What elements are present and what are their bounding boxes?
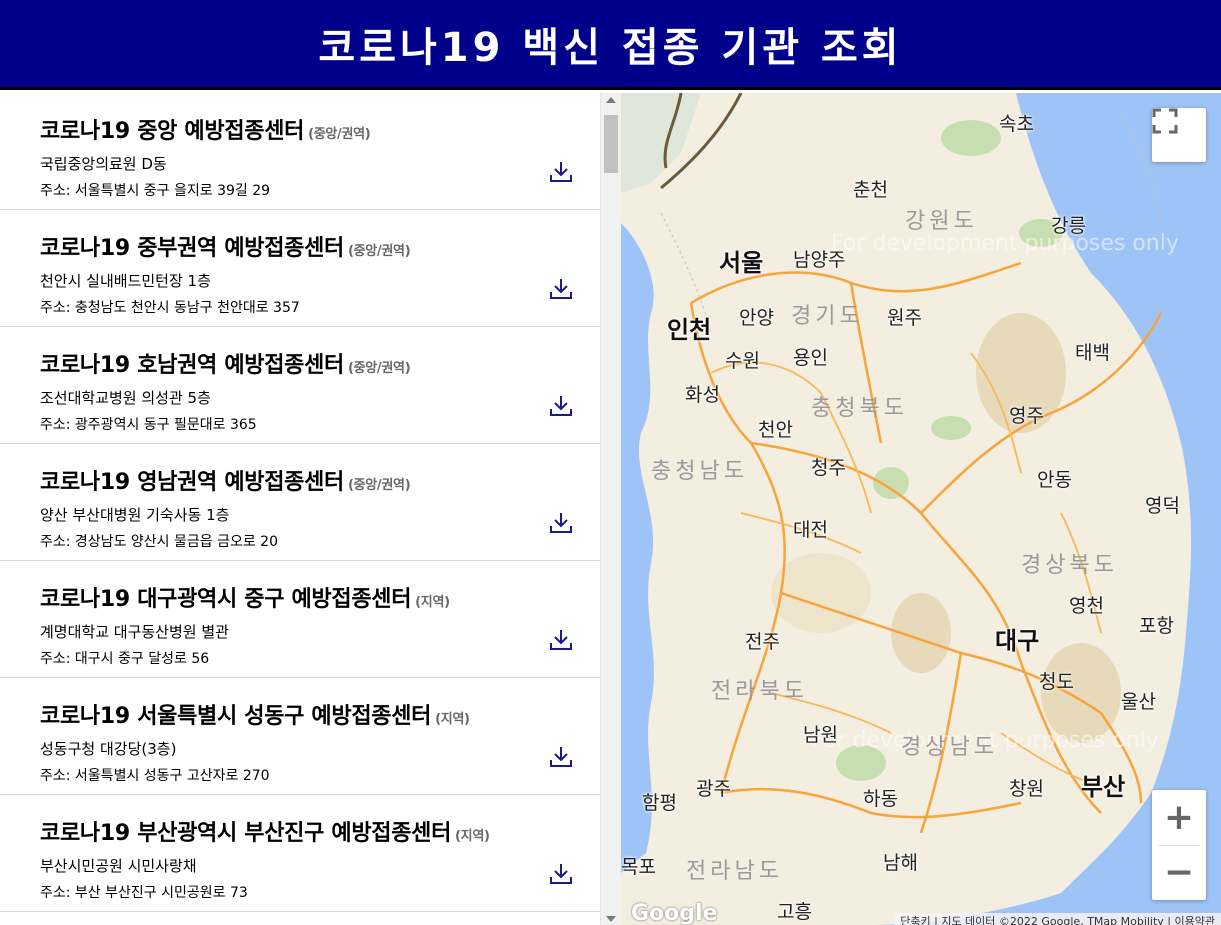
center-address: 주소: 충청남도 천안시 동남구 천안대로 357	[40, 300, 300, 316]
center-name: 코로나19 중앙 예방접종센터	[40, 119, 305, 144]
center-tag: (지역)	[455, 829, 490, 844]
city-label: 수원	[725, 350, 760, 372]
city-label: 영주	[1009, 405, 1044, 427]
center-address: 주소: 부산 부산진구 시민공원로 73	[40, 885, 248, 901]
city-label: 목포	[621, 856, 656, 878]
city-label: 울산	[1121, 691, 1156, 713]
center-facility: 조선대학교병원 의성관 5층	[40, 389, 211, 407]
city-label: 광주	[696, 778, 731, 800]
center-name: 코로나19 호남권역 예방접종센터	[40, 353, 344, 378]
city-label: 용인	[793, 347, 828, 369]
center-tag: (중앙/권역)	[347, 361, 411, 376]
city-label: 창원	[1009, 778, 1044, 800]
province-label: 경기도	[791, 304, 864, 329]
city-label: 서울	[719, 249, 764, 277]
zoom-in-button[interactable]: +	[1152, 791, 1206, 845]
city-label: 고흥	[777, 901, 812, 923]
center-facility: 계명대학교 대구동산병원 별관	[40, 623, 229, 641]
city-label: 강릉	[1051, 215, 1086, 237]
center-address: 주소: 서울특별시 중구 을지로 39길 29	[40, 183, 271, 199]
province-label: 강원도	[905, 209, 978, 234]
city-label: 영덕	[1145, 495, 1180, 517]
city-label: 하동	[863, 788, 898, 810]
city-label: 인천	[667, 316, 712, 344]
fullscreen-icon	[1152, 108, 1178, 134]
list-item[interactable]: 코로나19 영남권역 예방접종센터 (중앙/권역) 양산 부산대병원 기숙사동 1…	[0, 444, 600, 561]
center-facility: 성동구청 대강당(3층)	[40, 740, 177, 758]
list-item[interactable]: 코로나19 부산광역시 부산진구 예방접종센터 (지역) 부산시민공원 시민사랑채…	[0, 795, 600, 912]
city-label: 부산	[1081, 773, 1126, 801]
center-address: 주소: 광주광역시 동구 필문대로 365	[40, 417, 257, 433]
center-name: 코로나19 부산광역시 부산진구 예방접종센터	[40, 821, 452, 846]
download-icon[interactable]	[548, 510, 574, 536]
center-tag: (중앙/권역)	[347, 244, 411, 259]
download-icon[interactable]	[548, 393, 574, 419]
google-logo: Google	[631, 901, 718, 925]
scroll-up-arrow-icon[interactable]	[606, 97, 616, 103]
city-label: 춘천	[853, 179, 888, 201]
province-label: 충청북도	[811, 396, 908, 421]
city-label: 남원	[803, 724, 838, 746]
map-view[interactable]: For development purposes only For develo…	[621, 93, 1221, 925]
list-item[interactable]: 코로나19 서울특별시 성동구 예방접종센터 (지역) 성동구청 대강당(3층) …	[0, 678, 600, 795]
city-label: 영천	[1069, 595, 1104, 617]
list-item[interactable]: 코로나19 호남권역 예방접종센터 (중앙/권역) 조선대학교병원 의성관 5층 …	[0, 327, 600, 444]
city-label: 청도	[1039, 671, 1074, 693]
province-label: 충청남도	[651, 459, 748, 484]
center-tag: (지역)	[415, 595, 450, 610]
city-label: 속초	[999, 113, 1034, 135]
fullscreen-button[interactable]	[1152, 108, 1206, 162]
download-icon[interactable]	[548, 861, 574, 887]
center-facility: 국립중앙의료원 D동	[40, 155, 167, 173]
center-facility: 천안시 실내배드민턴장 1층	[40, 272, 211, 290]
center-name: 코로나19 서울특별시 성동구 예방접종센터	[40, 704, 432, 729]
map-watermark: For development purposes only	[831, 231, 1179, 256]
city-label: 원주	[887, 307, 922, 329]
map-attribution[interactable]: 단축키 | 지도 데이터 ©2022 Google, TMap Mobility…	[894, 913, 1221, 925]
download-icon[interactable]	[548, 744, 574, 770]
city-label: 안동	[1037, 469, 1072, 491]
center-address: 주소: 서울특별시 성동구 고산자로 270	[40, 768, 270, 784]
city-label: 천안	[758, 419, 793, 441]
app-header: 코로나19 백신 접종 기관 조회	[0, 0, 1221, 90]
province-label: 전라남도	[686, 859, 783, 884]
city-label: 안양	[739, 307, 774, 329]
city-label: 포항	[1139, 615, 1174, 637]
city-label: 남양주	[793, 249, 846, 271]
province-label: 경상북도	[1021, 553, 1118, 578]
center-tag: (중앙/권역)	[308, 127, 371, 142]
center-address: 주소: 경상남도 양산시 물금읍 금오로 20	[40, 534, 278, 550]
center-tag: (중앙/권역)	[347, 478, 411, 493]
list-scrollbar[interactable]	[600, 93, 621, 925]
center-list: 코로나19 중앙 예방접종센터 (중앙/권역) 국립중앙의료원 D동 주소: 서울…	[0, 93, 600, 925]
list-item[interactable]: 코로나19 중부권역 예방접종센터 (중앙/권역) 천안시 실내배드민턴장 1층 …	[0, 210, 600, 327]
download-icon[interactable]	[548, 159, 574, 185]
province-label: 전라북도	[711, 679, 808, 704]
city-label: 화성	[685, 384, 720, 406]
city-label: 전주	[745, 631, 780, 653]
center-facility: 부산시민공원 시민사랑채	[40, 857, 197, 875]
center-tag: (지역)	[435, 712, 470, 727]
scrollbar-thumb[interactable]	[604, 115, 618, 173]
city-label: 대구	[995, 627, 1040, 655]
center-name: 코로나19 대구광역시 중구 예방접종센터	[40, 587, 412, 612]
city-label: 태백	[1075, 342, 1110, 364]
zoom-control: + −	[1152, 790, 1206, 900]
center-facility: 양산 부산대병원 기숙사동 1층	[40, 506, 230, 524]
province-label: 경상남도	[901, 735, 998, 760]
list-item[interactable]: 코로나19 중앙 예방접종센터 (중앙/권역) 국립중앙의료원 D동 주소: 서울…	[0, 93, 600, 210]
city-label: 대전	[793, 519, 828, 541]
city-label: 함평	[642, 792, 677, 814]
page-title: 코로나19 백신 접종 기관 조회	[318, 24, 903, 71]
list-item[interactable]: 코로나19 대구광역시 중구 예방접종센터 (지역) 계명대학교 대구동산병원 별…	[0, 561, 600, 678]
download-icon[interactable]	[548, 276, 574, 302]
center-name: 코로나19 영남권역 예방접종센터	[40, 470, 344, 495]
zoom-out-button[interactable]: −	[1152, 846, 1206, 900]
city-label: 남해	[883, 852, 918, 874]
center-name: 코로나19 중부권역 예방접종센터	[40, 236, 344, 261]
city-label: 청주	[811, 457, 846, 479]
center-address: 주소: 대구시 중구 달성로 56	[40, 651, 210, 667]
download-icon[interactable]	[548, 627, 574, 653]
scroll-down-arrow-icon[interactable]	[606, 916, 616, 922]
